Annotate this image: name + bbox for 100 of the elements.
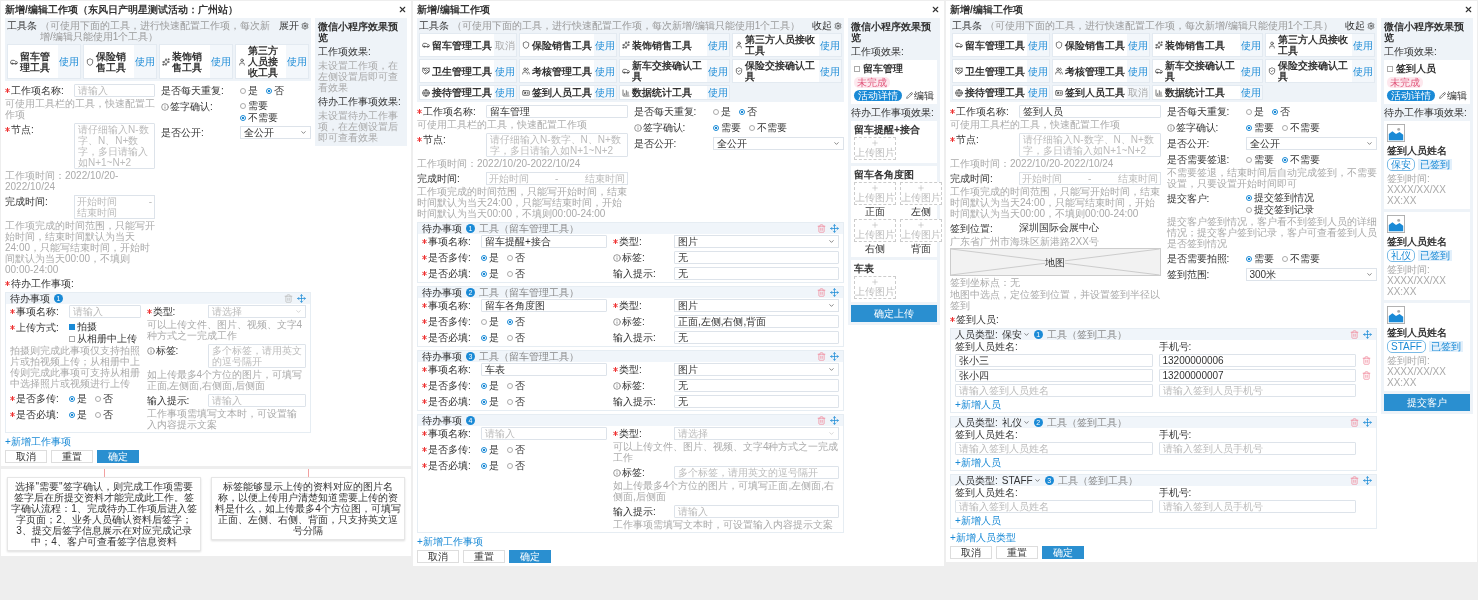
add-link[interactable]: +新增人员类型 <box>950 532 1016 543</box>
radio-option[interactable]: 否 <box>266 85 284 96</box>
delete-icon[interactable] <box>817 288 826 297</box>
add-link[interactable]: +新增工作事项 <box>417 536 483 547</box>
move-icon[interactable] <box>1363 330 1372 339</box>
use-button[interactable]: 使用 <box>1239 34 1262 56</box>
radio-option[interactable]: 否 <box>507 380 525 391</box>
input-field[interactable]: 请输入 <box>673 505 839 518</box>
radio-option[interactable]: 不需要 <box>748 122 787 133</box>
use-button[interactable]: 使用 <box>594 34 616 56</box>
radio-option[interactable]: 是 <box>69 409 87 420</box>
radio-option[interactable]: 需要 <box>1245 122 1274 133</box>
input-field[interactable]: 无 <box>673 251 839 264</box>
checkbox-option[interactable]: 从相册中上传 <box>69 333 137 344</box>
radio-option[interactable]: 提交签到情况 <box>1245 192 1314 203</box>
radio-option[interactable]: 否 <box>507 252 525 263</box>
move-icon[interactable] <box>1363 476 1372 485</box>
radio-option[interactable]: 是 <box>481 252 499 263</box>
radio-option[interactable]: 否 <box>507 268 525 279</box>
radio-option[interactable]: 是 <box>481 380 499 391</box>
input-field[interactable]: 无 <box>673 395 839 408</box>
type-select[interactable]: 保安 <box>1001 329 1030 340</box>
radio-option[interactable]: 需要 <box>240 100 268 111</box>
radio-option[interactable]: 否 <box>507 316 525 327</box>
edit-link[interactable]: 编辑 <box>906 90 934 101</box>
input-field[interactable]: 张小四 <box>955 369 1153 382</box>
use-button[interactable]: 使用 <box>210 45 232 78</box>
radio-option[interactable]: 否 <box>507 460 525 471</box>
radio-option[interactable]: 是 <box>481 268 499 279</box>
input-field[interactable]: 无 <box>673 379 839 392</box>
input-field[interactable]: 无 <box>673 267 839 280</box>
close-icon[interactable] <box>931 5 940 14</box>
radio-option[interactable]: 否 <box>95 393 113 404</box>
action-button[interactable]: 重置 <box>996 546 1038 559</box>
use-button[interactable]: 使用 <box>58 45 80 78</box>
select-field[interactable]: 图片 <box>673 363 839 376</box>
use-button[interactable]: 使用 <box>1239 60 1262 82</box>
radio-option[interactable]: 否 <box>507 332 525 343</box>
type-select[interactable]: STAFF <box>1001 475 1041 486</box>
use-button[interactable]: 使用 <box>1352 60 1374 82</box>
move-icon[interactable] <box>830 416 839 425</box>
radio-option[interactable]: 否 <box>95 409 113 420</box>
delete-icon[interactable] <box>817 224 826 233</box>
input-field[interactable]: 无 <box>673 331 839 344</box>
radio-option[interactable]: 不需要 <box>1281 253 1320 264</box>
radio-option[interactable]: 是 <box>240 85 258 96</box>
radio-option[interactable]: 否 <box>738 106 757 117</box>
radio-option[interactable]: 否 <box>1271 106 1290 117</box>
select-field[interactable]: 图片 <box>673 299 839 312</box>
use-button[interactable]: 使用 <box>706 60 729 82</box>
use-button[interactable]: 使用 <box>286 45 308 78</box>
type-select[interactable]: 礼仪 <box>1001 417 1030 428</box>
edit-link[interactable]: 编辑 <box>1439 90 1467 101</box>
radio-option[interactable]: 是 <box>712 106 731 117</box>
input-field[interactable]: 留车各角度图 <box>481 299 607 312</box>
input-field[interactable]: 留车提醒+接合 <box>481 235 607 248</box>
radio-option[interactable]: 是 <box>481 460 499 471</box>
input-field[interactable]: 请输入 <box>481 427 607 440</box>
checkbox-icon[interactable] <box>1387 65 1393 72</box>
use-button[interactable]: 使用 <box>594 86 616 99</box>
map-placeholder[interactable]: 地图 <box>950 248 1161 276</box>
action-button[interactable]: 确定 <box>1042 546 1084 559</box>
delete-icon[interactable] <box>817 352 826 361</box>
input-field[interactable]: 留车管理 <box>486 105 628 118</box>
use-button[interactable]: 使用 <box>819 34 841 56</box>
action-button[interactable]: 取消 <box>950 546 992 559</box>
delete-icon[interactable] <box>1362 371 1371 380</box>
toggle-button[interactable]: 收起 <box>812 20 842 31</box>
radio-option[interactable]: 否 <box>507 396 525 407</box>
radio-option[interactable]: 是 <box>69 393 87 404</box>
use-button[interactable]: 使用 <box>1127 60 1149 82</box>
toggle-button[interactable]: 展开 <box>279 20 309 31</box>
details-button[interactable]: 活动详情 <box>854 90 902 101</box>
select-field[interactable]: 图片 <box>673 235 839 248</box>
toggle-button[interactable]: 收起 <box>1345 20 1375 31</box>
checkbox-option[interactable]: 拍摄 <box>69 321 97 332</box>
delete-icon[interactable] <box>817 416 826 425</box>
checkbox-icon[interactable] <box>854 65 860 72</box>
select-field[interactable]: 全公开 <box>712 137 844 150</box>
use-button[interactable]: 使用 <box>819 60 841 82</box>
action-button[interactable]: 确定 <box>97 450 139 463</box>
move-icon[interactable] <box>830 224 839 233</box>
delete-icon[interactable] <box>1362 356 1371 365</box>
radio-option[interactable]: 否 <box>507 444 525 455</box>
use-button[interactable]: 使用 <box>594 60 616 82</box>
radio-option[interactable]: 需要 <box>1245 154 1274 165</box>
action-button[interactable]: 重置 <box>51 450 93 463</box>
use-button[interactable]: 使用 <box>1027 34 1049 56</box>
submit-button[interactable]: 提交客户 <box>1384 394 1470 411</box>
use-button[interactable]: 使用 <box>494 60 516 82</box>
add-link[interactable]: +新增人员 <box>955 457 1001 468</box>
select-field[interactable]: 300米 <box>1245 268 1377 281</box>
move-icon[interactable] <box>297 294 306 303</box>
add-link[interactable]: +新增人员 <box>955 515 1001 526</box>
input-field[interactable]: 张小三 <box>955 354 1153 367</box>
close-icon[interactable] <box>1464 5 1473 14</box>
input-field[interactable]: 13200000007 <box>1158 369 1356 382</box>
radio-option[interactable]: 提交签到记录 <box>1245 204 1314 215</box>
radio-option[interactable]: 不需要 <box>1281 154 1320 165</box>
add-link[interactable]: +新增人员 <box>955 399 1001 410</box>
